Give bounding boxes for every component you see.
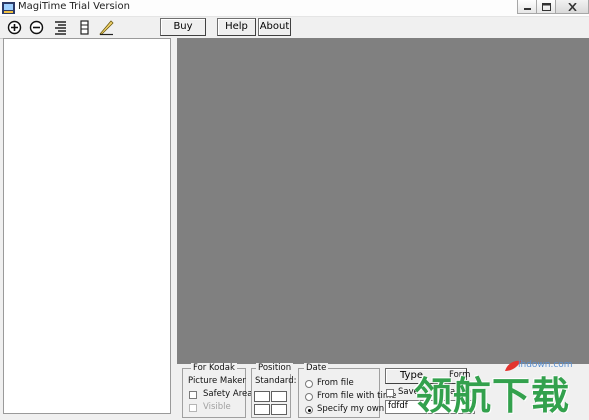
- pen-ruler-icon[interactable]: [98, 19, 115, 36]
- visible-checkbox[interactable]: [189, 404, 197, 412]
- position-standard-label: Standard:: [255, 376, 297, 386]
- kodak-group: For Kodak Picture Maker Safety Area Visi…: [182, 363, 252, 418]
- app-icon: [2, 2, 15, 14]
- date-group-legend: Date: [304, 363, 329, 374]
- position-bottom-right-button[interactable]: [271, 404, 287, 415]
- date-specify-my-own-label: Specify my own: [317, 404, 385, 414]
- minimize-icon: [524, 8, 531, 10]
- file-list-pane[interactable]: [3, 38, 171, 414]
- visible-label: Visible: [203, 402, 231, 412]
- maximize-button[interactable]: [536, 0, 556, 14]
- toolbar: Buy Now Help About: [0, 17, 589, 48]
- title-bar: MagiTime Trial Version: [0, 0, 589, 17]
- about-button[interactable]: About: [258, 18, 291, 36]
- safety-area-label: Safety Area: [203, 389, 253, 399]
- position-top-left-button[interactable]: [254, 391, 270, 402]
- position-group: Position Standard:: [251, 363, 297, 418]
- window-title: MagiTime Trial Version: [18, 1, 130, 12]
- buy-now-button[interactable]: Buy Now: [160, 18, 206, 48]
- column-icon[interactable]: [76, 19, 93, 36]
- kodak-group-legend: For Kodak: [191, 363, 237, 374]
- position-group-legend: Position: [256, 363, 294, 374]
- position-bottom-left-button[interactable]: [254, 404, 270, 415]
- zoom-out-icon[interactable]: [28, 19, 45, 36]
- minimize-button[interactable]: [517, 0, 537, 14]
- close-icon: [568, 3, 577, 11]
- close-button[interactable]: [555, 0, 589, 14]
- date-from-file-label: From file: [317, 378, 354, 388]
- date-from-file-with-time-radio[interactable]: [305, 393, 313, 401]
- watermark-site: lhdown.com: [518, 360, 573, 370]
- date-specify-my-own-radio[interactable]: [305, 406, 313, 414]
- date-from-file-radio[interactable]: [305, 380, 313, 388]
- position-top-right-button[interactable]: [271, 391, 287, 402]
- help-button[interactable]: Help: [217, 18, 256, 36]
- zoom-in-icon[interactable]: [6, 19, 23, 36]
- image-preview-area[interactable]: [177, 38, 589, 364]
- list-align-icon[interactable]: [52, 19, 69, 36]
- kodak-subtitle: Picture Maker: [188, 376, 246, 386]
- save-checkbox[interactable]: [386, 389, 394, 397]
- date-group: Date From file From file with time Speci…: [298, 363, 396, 418]
- watermark-text: 领航下载: [414, 374, 571, 418]
- safety-area-checkbox[interactable]: [189, 391, 197, 399]
- maximize-icon: [542, 3, 551, 11]
